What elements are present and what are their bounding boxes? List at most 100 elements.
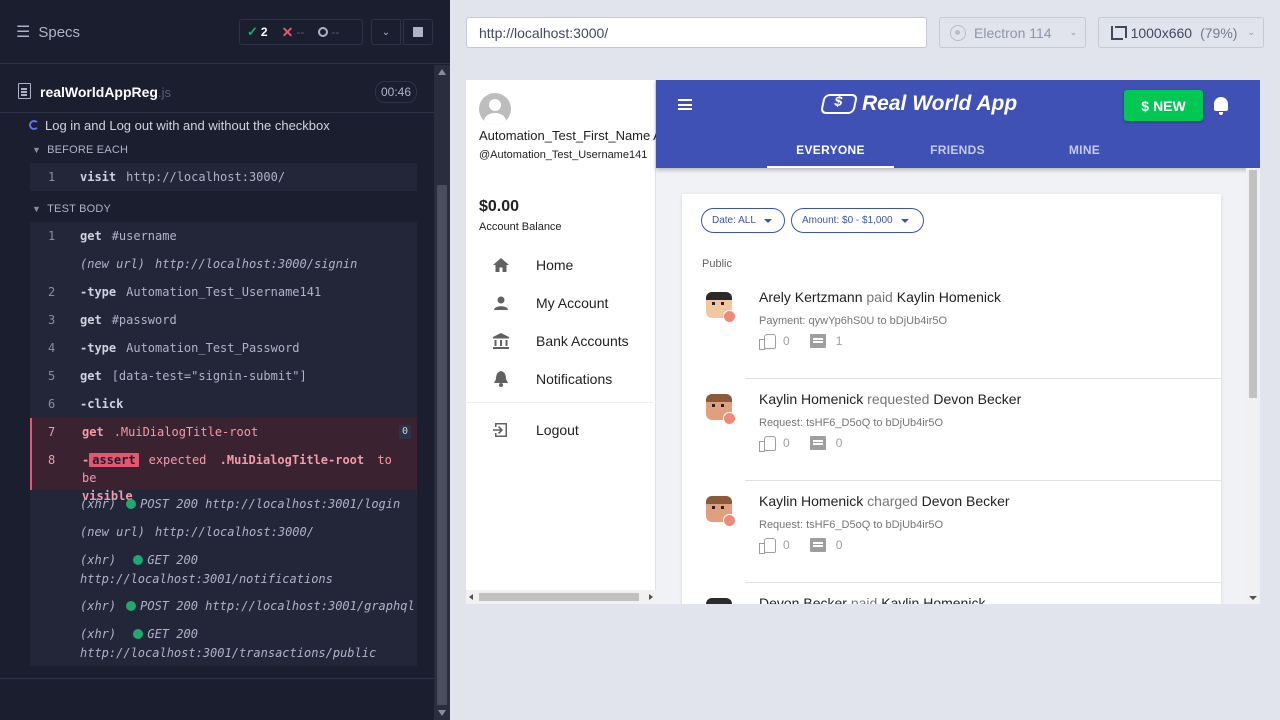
app-bar: Real World App $ NEW EVERYONE FRIENDS MI… [656, 80, 1260, 168]
stop-icon [413, 27, 423, 37]
command-row[interactable]: 4 -type Automation_Test_Password [30, 334, 417, 362]
scroll-down-icon[interactable] [438, 710, 446, 716]
command-row[interactable]: (new url) http://localhost:3000/ [30, 518, 417, 546]
scroll-down-icon[interactable] [1249, 596, 1257, 600]
nav-bank-accounts[interactable]: Bank Accounts [466, 322, 656, 360]
new-transaction-button[interactable]: $ NEW [1124, 90, 1203, 121]
scroll-thumb[interactable] [437, 185, 447, 705]
home-icon [492, 256, 510, 274]
scroll-up-icon[interactable] [438, 69, 446, 75]
account-balance: $0.00 [479, 198, 520, 215]
before-each-commands: 1 visit http://localhost:3000/ [30, 163, 417, 191]
thumb-up-icon[interactable] [759, 334, 776, 350]
logout-icon [492, 421, 510, 439]
command-row[interactable]: 2 -type Automation_Test_Username141 [30, 278, 417, 306]
transaction-item[interactable]: Arely Kertzmann paid Kaylin Homenick Pay… [682, 278, 1221, 379]
bank-icon [492, 332, 510, 350]
spec-file-name: realWorldAppReg.js [40, 84, 171, 100]
scroll-right-icon[interactable] [649, 594, 653, 600]
before-each-hook[interactable]: ▼ BEFORE EACH [32, 144, 128, 156]
transaction-item[interactable]: Kaylin Homenick requested Devon Becker R… [682, 380, 1221, 481]
pending-stat: -- [311, 25, 346, 39]
command-row[interactable]: (new url) http://localhost:3000/signin [30, 250, 417, 278]
specs-label: Specs [38, 23, 81, 41]
xhr-row[interactable]: (xhr) GET 200 http://localhost:3001/noti… [30, 546, 417, 592]
command-row[interactable]: 5 get [data-test="signin-submit"] [30, 362, 417, 390]
account-balance-label: Account Balance [479, 221, 562, 233]
tab-everyone[interactable]: EVERYONE [767, 136, 894, 168]
command-row[interactable]: 6 -click [30, 390, 417, 418]
app-logo[interactable]: Real World App [819, 92, 1017, 116]
nav-logout[interactable]: Logout [466, 411, 656, 449]
test-body-commands: 1 get #username (new url) http://localho… [30, 222, 417, 666]
caret-down-icon: ▼ [32, 145, 42, 155]
menu-list-icon: ☰ [16, 24, 31, 41]
reporter-scrollbar[interactable] [434, 65, 450, 720]
scroll-thumb[interactable] [479, 593, 639, 601]
tab-friends[interactable]: FRIENDS [894, 136, 1021, 168]
transaction-title: Arely Kertzmann paid Kaylin Homenick [759, 289, 1001, 305]
transaction-title: Devon Becker paid Kaylin Homenick [759, 595, 986, 604]
scroll-thumb[interactable] [1249, 170, 1257, 398]
browser-selector[interactable]: Electron 114 ⌄ [939, 17, 1086, 48]
transaction-item[interactable]: Kaylin Homenick charged Devon Becker Req… [682, 482, 1221, 583]
pending-icon [318, 27, 329, 37]
x-icon: ✕ [281, 23, 294, 40]
user-full-name: Automation_Test_First_Name A [479, 128, 662, 143]
thumb-up-icon[interactable] [759, 538, 776, 554]
status-dot-icon [126, 499, 137, 509]
avatar [703, 290, 737, 324]
nav-notifications[interactable]: Notifications [466, 360, 656, 398]
reporter-panel: ☰ Specs ✓ 2 ✕ -- -- ⌄ realWorldAppReg.js… [0, 0, 450, 720]
notifications-bell-icon[interactable] [1214, 97, 1228, 115]
chevron-down-icon: ⌄ [381, 26, 391, 38]
nav-my-account[interactable]: My Account [466, 284, 656, 322]
user-handle: @Automation_Test_Username141 [479, 149, 648, 161]
specs-button[interactable]: ☰ Specs [16, 22, 80, 42]
transaction-title: Kaylin Homenick requested Devon Becker [759, 391, 1022, 407]
transaction-item[interactable]: Devon Becker paid Kaylin Homenick [682, 584, 1221, 604]
test-title: Log in and Log out with and without the … [45, 118, 330, 133]
amount-filter-chip[interactable]: Amount: $0 - $1,000 [791, 208, 924, 233]
electron-icon [950, 24, 966, 41]
running-spinner-icon [29, 120, 39, 130]
divider [745, 582, 1221, 583]
tab-mine[interactable]: MINE [1021, 136, 1148, 168]
xhr-row[interactable]: (xhr) POST 200 http://localhost:3001/log… [30, 490, 417, 518]
comment-icon[interactable] [809, 436, 826, 450]
status-dot-icon [133, 629, 144, 639]
xhr-row[interactable]: (xhr) GET 200 http://localhost:3001/tran… [30, 620, 417, 666]
spec-duration: 00:46 [375, 81, 417, 103]
document-icon [18, 83, 31, 99]
auto-scroll-toggle[interactable]: ⌄ [371, 19, 401, 45]
chevron-down-icon: ⌄ [1247, 27, 1255, 37]
drawer-horizontal-scrollbar[interactable] [466, 590, 656, 604]
scroll-left-icon[interactable] [469, 594, 473, 600]
transaction-detail: Payment: qywYp6hS0U to bDjUb4ir5O [759, 315, 948, 327]
failed-command-row[interactable]: 7 get .MuiDialogTitle-root 0 [30, 418, 417, 446]
menu-icon[interactable] [678, 99, 692, 110]
run-stats: ✓ 2 ✕ -- -- [239, 19, 363, 45]
logo-icon [819, 94, 859, 114]
nav-home[interactable]: Home [466, 246, 656, 284]
comment-icon[interactable] [809, 538, 826, 552]
date-filter-chip[interactable]: Date: ALL [701, 208, 785, 233]
dollar-icon: $ [1141, 97, 1150, 114]
thumb-up-icon[interactable] [759, 436, 776, 452]
command-row[interactable]: 3 get #password [30, 306, 417, 334]
caret-down-icon [900, 218, 909, 223]
viewport-selector[interactable]: 1000x660 (79%) ⌄ [1098, 17, 1264, 48]
failed-assert-row[interactable]: 8 - assert expected .MuiDialogTitle-root t… [30, 446, 417, 503]
xhr-row[interactable]: (xhr) POST 200 http://localhost:3001/gra… [30, 592, 417, 620]
test-title-row[interactable]: Log in and Log out with and without the … [0, 112, 434, 136]
url-bar[interactable]: http://localhost:3000/ [466, 17, 927, 48]
stop-button[interactable] [403, 19, 433, 45]
content-scrollbar[interactable] [1246, 168, 1260, 604]
comment-icon[interactable] [809, 334, 826, 348]
avatar [703, 392, 737, 426]
command-row[interactable]: 1 get #username [30, 222, 417, 250]
divider [745, 480, 1221, 481]
spec-file-row[interactable]: realWorldAppReg.js 00:46 [0, 76, 434, 108]
command-row[interactable]: 1 visit http://localhost:3000/ [30, 163, 417, 191]
test-body-hook[interactable]: ▼ TEST BODY [32, 203, 111, 215]
